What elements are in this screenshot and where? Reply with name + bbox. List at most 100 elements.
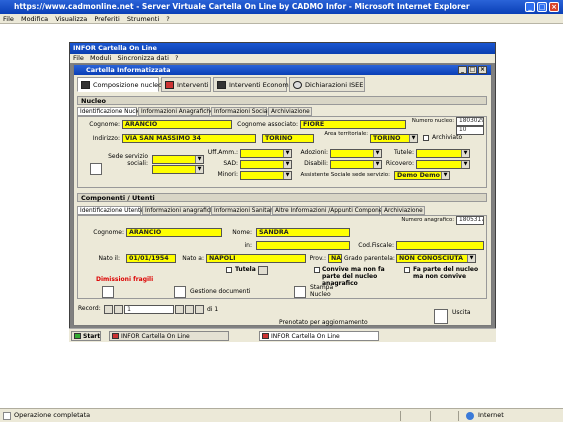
subtab-informazioni-anagrafiche[interactable]: Informazioni Anagrafiche: [138, 107, 214, 116]
last-record-button[interactable]: [185, 305, 194, 314]
utente-cognome-field[interactable]: ARANCIO: [126, 228, 222, 237]
minori-select[interactable]: ▼: [240, 171, 292, 180]
convive-checkbox[interactable]: [314, 267, 320, 273]
gestione-documenti-button[interactable]: Gestione documenti: [190, 288, 251, 296]
child-maximize-button[interactable]: □: [468, 66, 477, 74]
record-field[interactable]: 1: [124, 305, 174, 314]
app-menu-sincronizza[interactable]: Sincronizza dati: [118, 54, 169, 62]
exit-icon[interactable]: [434, 309, 448, 324]
new-record-button[interactable]: [195, 305, 204, 314]
printer-icon[interactable]: [294, 286, 306, 298]
app-menu-help[interactable]: ?: [175, 54, 178, 62]
in-label: in:: [244, 242, 253, 249]
status-divider: [400, 411, 401, 421]
subtab-archiviazione-nucleo[interactable]: Archiviazione: [268, 107, 312, 116]
subtab-identificazione-utente[interactable]: Identificazione Utente: [77, 206, 144, 215]
globe-icon: [466, 412, 474, 420]
numero-nucleo-field: 1803029: [456, 117, 484, 126]
status-text: Operazione completata: [14, 411, 91, 419]
componenti-panel: Numero anagrafico: 1805317 Cognome: ARAN…: [77, 215, 487, 299]
utente-cognome-label: Cognome:: [93, 229, 124, 236]
citta-field[interactable]: TORINO: [262, 134, 314, 143]
sede-icon[interactable]: [90, 163, 102, 175]
tutela-checkbox[interactable]: [226, 267, 232, 273]
ricovero-select[interactable]: ▼: [416, 160, 470, 169]
menu-file[interactable]: File: [3, 15, 14, 23]
sad-select[interactable]: ▼: [240, 160, 292, 169]
tab-dichiarazioni-isee[interactable]: Dichiarazioni ISEE: [289, 77, 365, 92]
menu-preferiti[interactable]: Preferiti: [94, 15, 119, 23]
taskbar-item-2[interactable]: INFOR Cartella On Line: [259, 331, 379, 341]
page-icon: [3, 412, 11, 420]
close-button[interactable]: ×: [549, 2, 559, 12]
taskbar-item-1[interactable]: INFOR Cartella On Line: [109, 331, 229, 341]
child-close-button[interactable]: ×: [478, 66, 487, 74]
cognome-associato-field[interactable]: FIORE: [300, 120, 406, 129]
nucleo-panel: Cognome: ARANCIO Cognome associato: FIOR…: [77, 116, 487, 188]
tab-interventi[interactable]: Interventi: [161, 77, 211, 92]
subtab-archiviazione-utente[interactable]: Archiviazione: [381, 206, 425, 215]
app-menu-file[interactable]: File: [73, 54, 84, 62]
adozioni-select[interactable]: ▼: [330, 149, 382, 158]
archiviato-checkbox[interactable]: [423, 135, 429, 141]
subtab-informazioni-anagrafiche-utente[interactable]: Informazioni anagrafiche: [142, 206, 217, 215]
assistente-label: Assistente Sociale sede servizio:: [300, 172, 390, 178]
prov-field[interactable]: NA: [328, 254, 342, 263]
app-icon: [112, 333, 119, 339]
sede-select[interactable]: ▼: [152, 155, 204, 164]
area-territoriale-select[interactable]: TORINO ▼: [370, 134, 418, 143]
documenti-icon[interactable]: [174, 286, 186, 298]
first-record-button[interactable]: [104, 305, 113, 314]
start-button[interactable]: Start: [71, 331, 101, 341]
subtab-altre-informazioni[interactable]: Altre Informazioni /Appunti Componente: [272, 206, 392, 215]
in-field[interactable]: [256, 241, 350, 250]
fa-parte-checkbox[interactable]: [404, 267, 410, 273]
sede-select-2[interactable]: ▼: [152, 165, 204, 174]
nato-il-field[interactable]: 01/01/1954: [126, 254, 176, 263]
assistente-select[interactable]: Demo Demo ▼: [394, 171, 450, 180]
tutele-select[interactable]: ▼: [416, 149, 470, 158]
maximize-button[interactable]: □: [537, 2, 547, 12]
stampa-nucleo-button[interactable]: Stampa Nucleo: [310, 284, 344, 298]
menu-modifica[interactable]: Modifica: [21, 15, 48, 23]
money-icon: [217, 81, 226, 89]
tab-composizione-nucleo[interactable]: Composizione nucleo: [77, 77, 162, 92]
indirizzo-field[interactable]: VIA SAN MASSIMO 34: [122, 134, 256, 143]
menu-strumenti[interactable]: Strumenti: [127, 15, 159, 23]
grado-parentela-select[interactable]: NON CONOSCIUTA ▼: [396, 254, 476, 263]
status-divider: [430, 411, 431, 421]
app-menu-moduli[interactable]: Moduli: [90, 54, 111, 62]
minimize-button[interactable]: _: [525, 2, 535, 12]
uscita-button[interactable]: Uscita: [452, 309, 471, 317]
indirizzo-label: Indirizzo:: [92, 135, 120, 142]
nome-field[interactable]: SANDRA: [256, 228, 350, 237]
cartella-title: Cartella Informatizzata: [86, 66, 171, 74]
nato-a-field[interactable]: NAPOLI: [206, 254, 306, 263]
prov-label: Prov.:: [309, 255, 326, 262]
child-minimize-button[interactable]: _: [458, 66, 467, 74]
chevron-down-icon: ▼: [441, 172, 449, 179]
app-title-bar: INFOR Cartella On Line: [70, 43, 495, 54]
cod-fiscale-field[interactable]: [396, 241, 484, 250]
uff-amm-select[interactable]: ▼: [240, 149, 292, 158]
disabili-select[interactable]: ▼: [330, 160, 382, 169]
chevron-down-icon: ▼: [283, 172, 291, 179]
prev-record-button[interactable]: [114, 305, 123, 314]
record-label: Record:: [78, 305, 101, 312]
tutela-button[interactable]: [258, 266, 268, 275]
subtab-informazioni-sanitarie[interactable]: Informazioni Sanitarie: [211, 206, 278, 215]
menu-help[interactable]: ?: [166, 15, 169, 23]
subtab-informazioni-sociali[interactable]: Informazioni Sociali: [211, 107, 271, 116]
menu-visualizza[interactable]: Visualizza: [55, 15, 87, 23]
family-icon: [81, 81, 90, 89]
cod-fiscale-label: Cod.Fiscale:: [358, 242, 394, 249]
browser-title-bar: https://www.cadmonline.net - Server Virt…: [0, 0, 563, 14]
adozioni-label: Adozioni:: [300, 149, 328, 156]
dimissioni-fragili-link[interactable]: Dimissioni fragili: [96, 276, 153, 284]
next-record-button[interactable]: [175, 305, 184, 314]
subtab-identificazione-nucleo[interactable]: Identificazione Nucleo: [77, 107, 144, 116]
tab-interventi-economici[interactable]: Interventi Economici: [213, 77, 296, 92]
cognome-field[interactable]: ARANCIO: [122, 120, 232, 129]
sede-label: Sede servizio sociali:: [108, 153, 148, 167]
dimissioni-icon[interactable]: [102, 286, 114, 298]
